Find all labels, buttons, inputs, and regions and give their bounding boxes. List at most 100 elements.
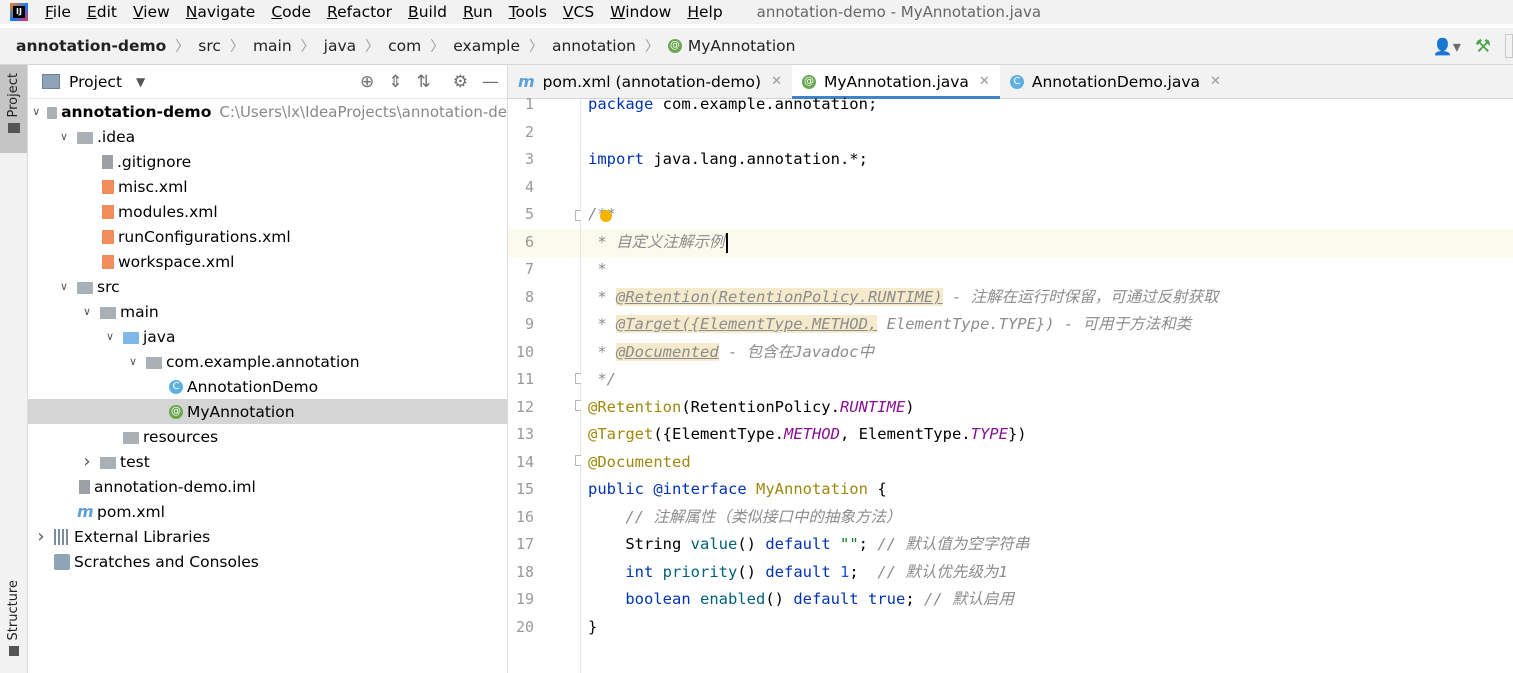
code-line-13: @Target({ElementType.METHOD, ElementType… bbox=[588, 425, 1027, 443]
menu-refactor[interactable]: Refactor bbox=[319, 0, 400, 24]
menu-label-rest: ile bbox=[52, 3, 71, 21]
chevron-down-icon[interactable]: ∨ bbox=[103, 330, 117, 343]
breadcrumb-item[interactable]: example bbox=[453, 37, 520, 55]
menu-help[interactable]: Help bbox=[679, 0, 730, 24]
run-config-dropdown[interactable] bbox=[1505, 34, 1513, 58]
structure-tool-tab[interactable]: Structure bbox=[0, 580, 27, 670]
chevron-down-icon[interactable]: ∨ bbox=[57, 280, 71, 293]
menu-vcs[interactable]: VCS bbox=[555, 0, 602, 24]
close-icon[interactable]: ✕ bbox=[979, 74, 990, 89]
xml-icon bbox=[102, 229, 114, 244]
tree-item[interactable]: .gitignore bbox=[28, 149, 507, 174]
breadcrumb-item[interactable]: annotation-demo bbox=[16, 37, 166, 55]
tree-item[interactable]: ∨ com.example.annotation bbox=[28, 349, 507, 374]
tree-item[interactable]: ∨ .idea bbox=[28, 124, 507, 149]
breadcrumb-item[interactable]: src bbox=[198, 37, 221, 55]
breadcrumb-label: java bbox=[323, 37, 357, 55]
menu-mnemonic: N bbox=[185, 3, 198, 21]
intellij-icon: IJ bbox=[10, 3, 28, 21]
line-number: 3 bbox=[524, 150, 534, 168]
chevron-right-icon[interactable]: › bbox=[34, 526, 48, 547]
menu-view[interactable]: View bbox=[125, 0, 178, 24]
code-line-7: * bbox=[588, 260, 607, 278]
tree-item[interactable]: › External Libraries bbox=[28, 524, 507, 549]
tree-item[interactable]: ∨ src bbox=[28, 274, 507, 299]
xml-icon bbox=[102, 204, 114, 219]
xml-icon bbox=[102, 179, 114, 194]
breadcrumb-item[interactable]: annotation bbox=[552, 37, 636, 55]
expand-all-icon[interactable]: ⇕ bbox=[388, 72, 402, 92]
menu-edit[interactable]: Edit bbox=[79, 0, 125, 24]
line-number: 8 bbox=[524, 287, 534, 306]
tree-item-label: MyAnnotation bbox=[187, 402, 295, 421]
breadcrumb-label: src bbox=[198, 37, 221, 55]
tree-item[interactable]: Scratches and Consoles bbox=[28, 549, 507, 574]
chevron-right-icon[interactable]: › bbox=[80, 451, 94, 472]
tree-item[interactable]: C AnnotationDemo bbox=[28, 374, 507, 399]
breadcrumb-separator: 〉 bbox=[229, 39, 244, 55]
folder-icon bbox=[7, 123, 20, 134]
chevron-down-icon[interactable]: ∨ bbox=[80, 305, 94, 318]
line-number: 16 bbox=[515, 507, 534, 526]
tree-item[interactable]: ∨ annotation-demo C:\Users\lx\IdeaProjects… bbox=[28, 99, 507, 124]
source-folder-icon bbox=[123, 331, 139, 344]
text-caret bbox=[725, 232, 728, 253]
scratches-icon bbox=[54, 553, 70, 570]
line-number: 14 bbox=[515, 452, 534, 471]
editor-tab[interactable]: C AnnotationDemo.java ✕ bbox=[1000, 65, 1231, 98]
menu-tools[interactable]: Tools bbox=[501, 0, 555, 24]
user-icon[interactable]: 👤▾ bbox=[1433, 37, 1461, 56]
tree-item[interactable]: resources bbox=[28, 424, 507, 449]
code-line-8: * @Retention(RetentionPolicy.RUNTIME) - … bbox=[588, 288, 1219, 306]
close-icon[interactable]: ✕ bbox=[1210, 74, 1221, 89]
tree-item[interactable]: modules.xml bbox=[28, 199, 507, 224]
code-editor[interactable]: package com.example.annotation; import j… bbox=[581, 95, 1513, 673]
menu-mnemonic: R bbox=[327, 3, 338, 21]
tree-item[interactable]: m pom.xml bbox=[28, 499, 507, 524]
tree-item[interactable]: misc.xml bbox=[28, 174, 507, 199]
menu-build[interactable]: Build bbox=[400, 0, 455, 24]
menu-label-rest: efactor bbox=[337, 3, 393, 21]
menu-file[interactable]: File bbox=[37, 0, 79, 24]
tree-item[interactable]: workspace.xml bbox=[28, 249, 507, 274]
maven-icon: m bbox=[518, 71, 535, 91]
tree-item[interactable]: ∨ main bbox=[28, 299, 507, 324]
hide-icon[interactable]: — bbox=[482, 72, 499, 92]
breadcrumb-item[interactable]: java bbox=[324, 37, 356, 55]
code-line-16: // 注解属性（类似接口中的抽象方法） bbox=[588, 508, 902, 526]
menu-window[interactable]: Window bbox=[602, 0, 679, 24]
menu-mnemonic: B bbox=[408, 3, 419, 21]
folder-icon bbox=[100, 306, 116, 319]
intention-bulb-icon[interactable] bbox=[600, 210, 612, 222]
chevron-down-icon[interactable]: ∨ bbox=[57, 130, 71, 143]
settings-icon[interactable]: ⚙ bbox=[453, 72, 468, 92]
breadcrumb-item[interactable]: com bbox=[388, 37, 421, 55]
tree-item[interactable]: › test bbox=[28, 449, 507, 474]
chevron-down-icon[interactable]: ∨ bbox=[32, 105, 41, 118]
code-line-11: */ bbox=[588, 370, 616, 388]
close-icon[interactable]: ✕ bbox=[771, 74, 782, 89]
tree-item[interactable]: annotation-demo.iml bbox=[28, 474, 507, 499]
chevron-down-icon[interactable]: ∨ bbox=[126, 355, 140, 368]
project-tool-tab[interactable]: Project bbox=[0, 65, 27, 153]
project-panel-title: Project bbox=[69, 72, 123, 91]
menu-mnemonic: V bbox=[562, 3, 574, 21]
build-hammer-icon[interactable]: ⚒ bbox=[1475, 36, 1491, 57]
menu-run[interactable]: Run bbox=[455, 0, 501, 24]
menu-code[interactable]: Code bbox=[263, 0, 319, 24]
tree-item-label: java bbox=[143, 327, 176, 346]
tree-item-label: annotation-demo.iml bbox=[94, 477, 256, 496]
tree-item[interactable]: ∨ java bbox=[28, 324, 507, 349]
menu-navigate[interactable]: Navigate bbox=[178, 0, 264, 24]
locate-icon[interactable]: ⊕ bbox=[360, 72, 374, 92]
breadcrumb-item[interactable]: @ MyAnnotation bbox=[667, 37, 795, 55]
breadcrumb-item[interactable]: main bbox=[253, 37, 292, 55]
breadcrumb-separator: 〉 bbox=[430, 39, 445, 55]
project-view-selector[interactable]: Project ▼ bbox=[42, 73, 145, 91]
tree-item[interactable]: runConfigurations.xml bbox=[28, 224, 507, 249]
collapse-all-icon[interactable]: ⇅ bbox=[417, 72, 431, 92]
tree-item[interactable]: @ MyAnnotation bbox=[28, 399, 507, 424]
annotation-icon: @ bbox=[169, 404, 183, 419]
tree-item-label: .gitignore bbox=[117, 152, 192, 171]
menu-label-rest: ode bbox=[282, 3, 312, 21]
